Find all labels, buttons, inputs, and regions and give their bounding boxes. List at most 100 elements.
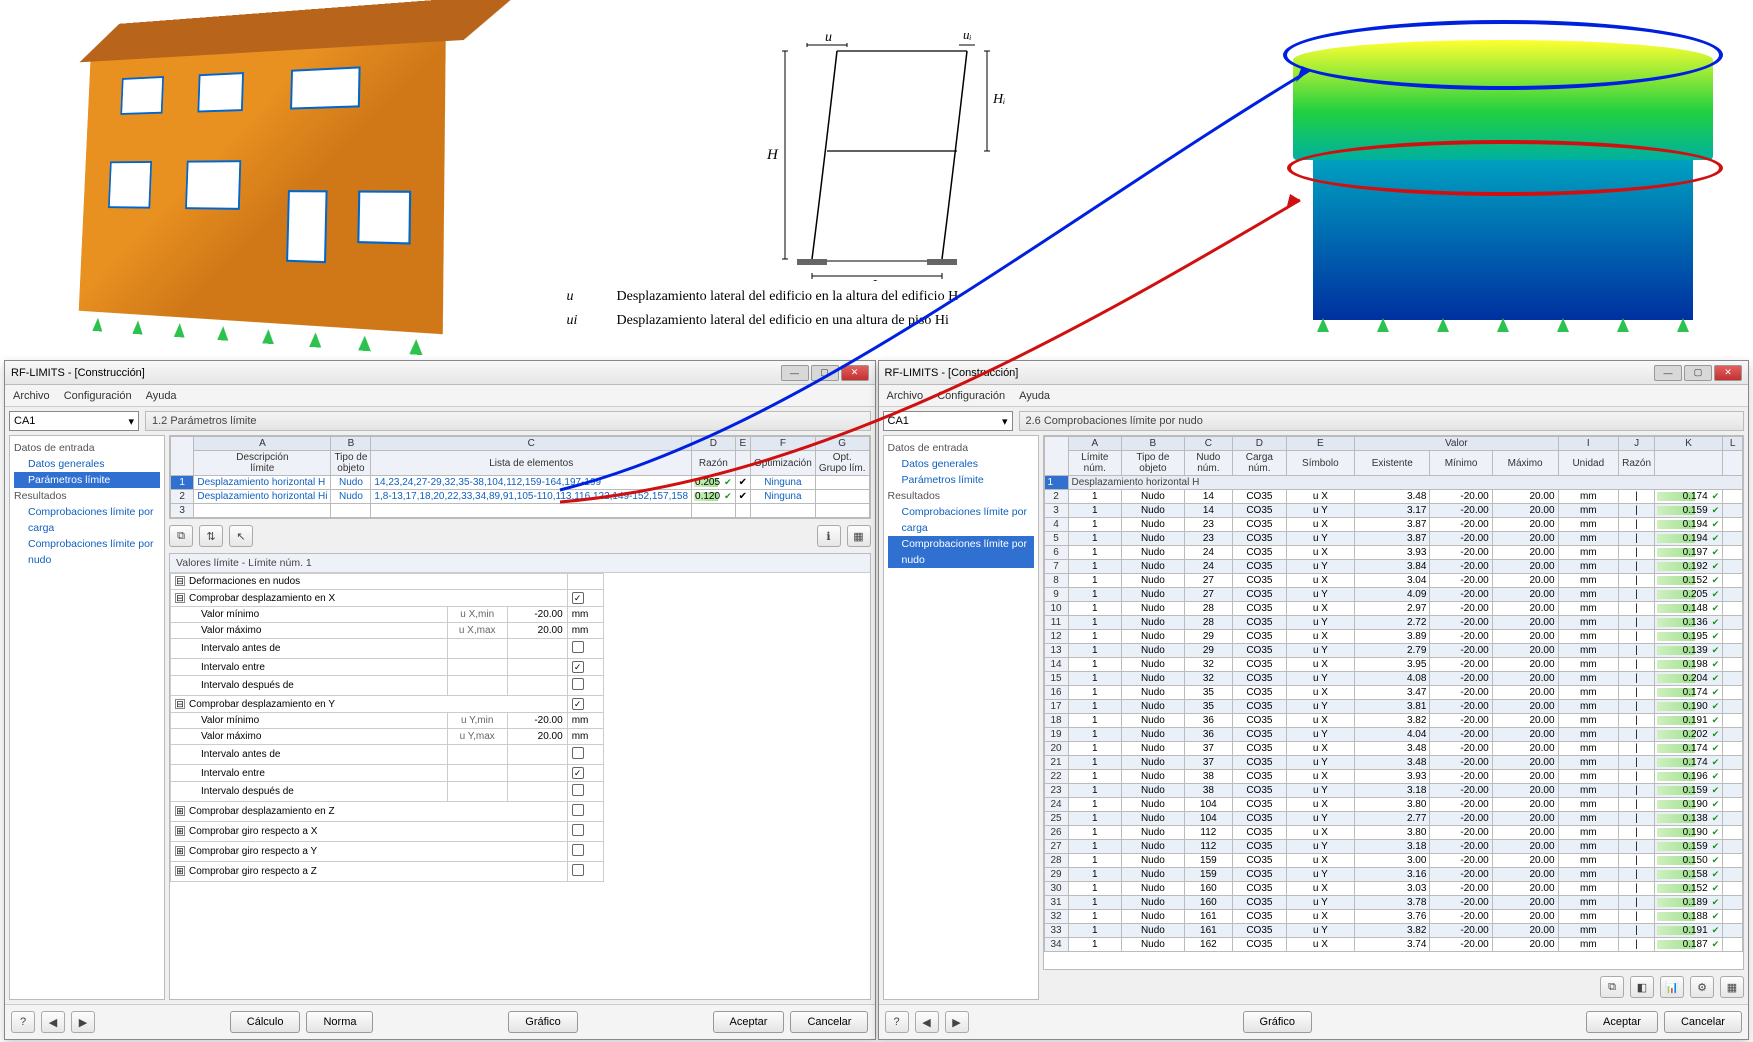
filter-icon[interactable]: ⧉ [1600,976,1624,998]
chart-icon[interactable]: 📊 [1660,976,1684,998]
minimize-button[interactable]: — [1654,365,1682,381]
table-row[interactable]: 281Nudo 159CO35u X 3.00-20.00 20.00mm | … [1044,854,1743,868]
param-row[interactable]: Valor mínimo u Y,min-20.00mm [171,713,604,729]
table-row[interactable]: 251Nudo 104CO35u Y 2.77-20.00 20.00mm | … [1044,812,1743,826]
table-row[interactable]: 3 [171,504,870,518]
table-row[interactable]: 201Nudo 37CO35u X 3.48-20.00 20.00mm | 0… [1044,742,1743,756]
param-row[interactable]: ⊞Comprobar giro respecto a Y [171,842,604,862]
tree-item-datos[interactable]: Datos generales [14,456,160,472]
table-row[interactable]: 341Nudo 162CO35u X 3.74-20.00 20.00mm | … [1044,938,1743,952]
settings-icon[interactable]: ⚙ [1690,976,1714,998]
cancel-button[interactable]: Cancelar [790,1011,868,1033]
table-row[interactable]: 171Nudo 35CO35u Y 3.81-20.00 20.00mm | 0… [1044,700,1743,714]
filter-icon[interactable]: ⧉ [169,525,193,547]
help-icon[interactable]: ? [11,1011,35,1033]
menu-config[interactable]: Configuración [937,390,1005,402]
table-row[interactable]: 311Nudo 160CO35u Y 3.78-20.00 20.00mm | … [1044,896,1743,910]
param-row[interactable]: ⊞Comprobar giro respecto a Z [171,862,604,882]
table-row[interactable]: 321Nudo 161CO35u X 3.76-20.00 20.00mm | … [1044,910,1743,924]
table-row[interactable]: 61Nudo 24CO35u X 3.93-20.00 20.00mm | 0.… [1044,546,1743,560]
sort-icon[interactable]: ⇅ [199,525,223,547]
table-row[interactable]: 191Nudo 36CO35u Y 4.04-20.00 20.00mm | 0… [1044,728,1743,742]
nav-tree-right[interactable]: Datos de entrada Datos generales Parámet… [883,435,1039,1000]
minimize-button[interactable]: — [781,365,809,381]
table-row[interactable]: 151Nudo 32CO35u Y 4.08-20.00 20.00mm | 0… [1044,672,1743,686]
table-row[interactable]: 41Nudo 23CO35u X 3.87-20.00 20.00mm | 0.… [1044,518,1743,532]
ok-button[interactable]: Aceptar [1586,1011,1658,1033]
table-row[interactable]: 291Nudo 159CO35u Y 3.16-20.00 20.00mm | … [1044,868,1743,882]
table-row[interactable]: 301Nudo 160CO35u X 3.03-20.00 20.00mm | … [1044,882,1743,896]
table-row[interactable]: 111Nudo 28CO35u Y 2.72-20.00 20.00mm | 0… [1044,616,1743,630]
prev-icon[interactable]: ◀ [41,1011,65,1033]
table-row[interactable]: 1 Desplazamiento horizontal HNudo 14,23,… [171,476,870,490]
param-row[interactable]: Intervalo entre ✓ [171,765,604,782]
details-icon[interactable]: ℹ [817,525,841,547]
table-row[interactable]: 121Nudo 29CO35u X 3.89-20.00 20.00mm | 0… [1044,630,1743,644]
tree-item-carga[interactable]: Comprobaciones límite por carga [14,504,160,536]
grafico-button[interactable]: Gráfico [508,1011,577,1033]
table-row[interactable]: 81Nudo 27CO35u X 3.04-20.00 20.00mm | 0.… [1044,574,1743,588]
menu-archivo[interactable]: Archivo [13,390,50,402]
close-button[interactable]: ✕ [841,365,869,381]
table-row[interactable]: 221Nudo 38CO35u X 3.93-20.00 20.00mm | 0… [1044,770,1743,784]
table-row[interactable]: 141Nudo 32CO35u X 3.95-20.00 20.00mm | 0… [1044,658,1743,672]
grafico-button[interactable]: Gráfico [1243,1011,1312,1033]
table-row[interactable]: 241Nudo 104CO35u X 3.80-20.00 20.00mm | … [1044,798,1743,812]
param-row[interactable]: Valor máximo u Y,max20.00mm [171,729,604,745]
excel-icon[interactable]: ▦ [1720,976,1744,998]
titlebar-right[interactable]: RF-LIMITS - [Construcción] — ▢ ✕ [879,361,1749,385]
calc-button[interactable]: Cálculo [230,1011,301,1033]
param-row[interactable]: Intervalo después de [171,676,604,696]
table-row[interactable]: 161Nudo 35CO35u X 3.47-20.00 20.00mm | 0… [1044,686,1743,700]
checks-grid[interactable]: A B C D E Valor I J K L [1043,435,1745,970]
excel-icon[interactable]: ▦ [847,525,871,547]
next-icon[interactable]: ▶ [945,1011,969,1033]
menu-config[interactable]: Configuración [64,390,132,402]
pick-icon[interactable]: ↖ [229,525,253,547]
table-row[interactable]: 71Nudo 24CO35u Y 3.84-20.00 20.00mm | 0.… [1044,560,1743,574]
param-row[interactable]: ⊟Comprobar desplazamiento en Y ✓ [171,696,604,713]
table-row[interactable]: 2 Desplazamiento horizontal HiNudo 1,8-1… [171,490,870,504]
param-row[interactable]: ⊟Comprobar desplazamiento en X ✓ [171,590,604,607]
param-row[interactable]: Intervalo entre ✓ [171,659,604,676]
tree-item-nudo[interactable]: Comprobaciones límite por nudo [14,536,160,568]
param-row[interactable]: Valor mínimo u X,min-20.00mm [171,607,604,623]
table-row[interactable]: 271Nudo 112CO35u Y 3.18-20.00 20.00mm | … [1044,840,1743,854]
param-row[interactable]: Intervalo después de [171,782,604,802]
table-row[interactable]: 101Nudo 28CO35u X 2.97-20.00 20.00mm | 0… [1044,602,1743,616]
maximize-button[interactable]: ▢ [811,365,839,381]
table-row[interactable]: 211Nudo 37CO35u Y 3.48-20.00 20.00mm | 0… [1044,756,1743,770]
param-row[interactable]: ⊞Comprobar giro respecto a X [171,822,604,842]
prev-icon[interactable]: ◀ [915,1011,939,1033]
table-row[interactable]: 181Nudo 36CO35u X 3.82-20.00 20.00mm | 0… [1044,714,1743,728]
table-row[interactable]: 261Nudo 112CO35u X 3.80-20.00 20.00mm | … [1044,826,1743,840]
table-row[interactable]: 131Nudo 29CO35u Y 2.79-20.00 20.00mm | 0… [1044,644,1743,658]
menu-ayuda[interactable]: Ayuda [1019,390,1050,402]
table-row[interactable]: 51Nudo 23CO35u Y 3.87-20.00 20.00mm | 0.… [1044,532,1743,546]
param-row[interactable]: Intervalo antes de [171,745,604,765]
nav-tree-left[interactable]: Datos de entrada Datos generales Parámet… [9,435,165,1000]
help-icon[interactable]: ? [885,1011,909,1033]
case-combo[interactable]: CA1▾ [883,411,1013,431]
titlebar-left[interactable]: RF-LIMITS - [Construcción] — ▢ ✕ [5,361,875,385]
menu-ayuda[interactable]: Ayuda [146,390,177,402]
param-table[interactable]: ⊟Deformaciones en nudos ⊟Comprobar despl… [170,573,604,882]
limits-grid[interactable]: A B C D E F G DescripciónlímiteTipo deob… [169,435,871,519]
ok-button[interactable]: Aceptar [713,1011,785,1033]
table-row[interactable]: 31Nudo 14CO35u Y 3.17-20.00 20.00mm | 0.… [1044,504,1743,518]
table-row[interactable]: 91Nudo 27CO35u Y 4.09-20.00 20.00mm | 0.… [1044,588,1743,602]
table-row[interactable]: 331Nudo 161CO35u Y 3.82-20.00 20.00mm | … [1044,924,1743,938]
cancel-button[interactable]: Cancelar [1664,1011,1742,1033]
param-row[interactable]: Valor máximo u X,max20.00mm [171,623,604,639]
menu-archivo[interactable]: Archivo [887,390,924,402]
param-row[interactable]: Intervalo antes de [171,639,604,659]
next-icon[interactable]: ▶ [71,1011,95,1033]
tree-item-parametros[interactable]: Parámetros límite [14,472,160,488]
param-row[interactable]: ⊞Comprobar desplazamiento en Z [171,802,604,822]
colors-icon[interactable]: ◧ [1630,976,1654,998]
table-row[interactable]: 21Nudo 14CO35u X 3.48-20.00 20.00mm | 0.… [1044,490,1743,504]
table-row[interactable]: 231Nudo 38CO35u Y 3.18-20.00 20.00mm | 0… [1044,784,1743,798]
maximize-button[interactable]: ▢ [1684,365,1712,381]
param-row[interactable]: ⊟Deformaciones en nudos [171,574,604,590]
case-combo[interactable]: CA1▾ [9,411,139,431]
